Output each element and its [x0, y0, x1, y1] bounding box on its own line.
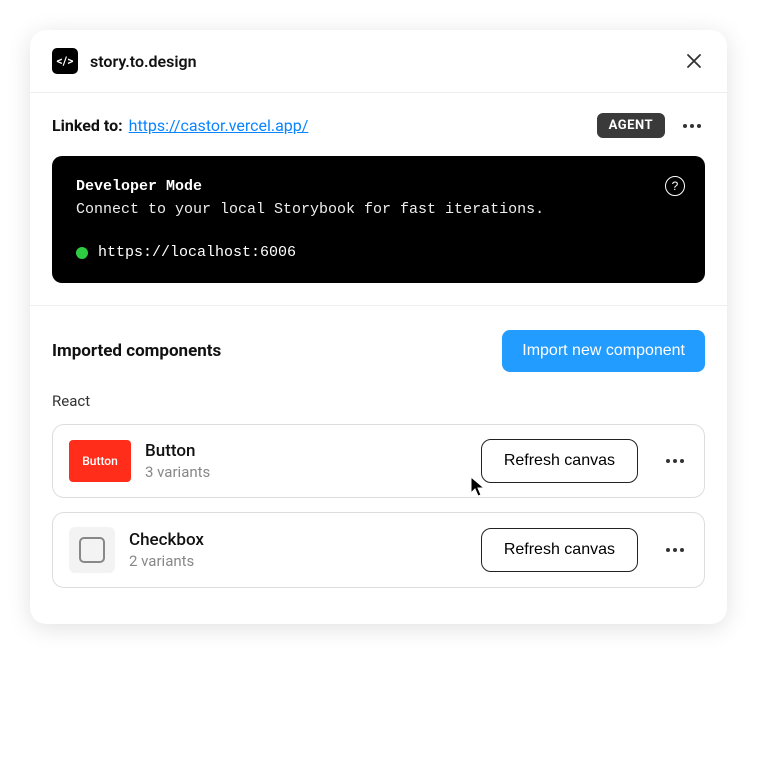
refresh-canvas-button[interactable]: Refresh canvas	[481, 439, 638, 483]
component-card-button: Button Button 3 variants Refresh canvas	[52, 424, 705, 498]
dev-mode-description: Connect to your local Storybook for fast…	[76, 201, 681, 218]
imported-header: Imported components Import new component	[30, 306, 727, 388]
import-new-component-button[interactable]: Import new component	[502, 330, 705, 372]
component-variants: 2 variants	[129, 552, 467, 570]
logo-icon: </>	[52, 48, 78, 74]
close-button[interactable]	[683, 50, 705, 72]
component-info: Checkbox 2 variants	[129, 530, 467, 570]
developer-mode-card: ? Developer Mode Connect to your local S…	[52, 156, 705, 283]
component-name: Checkbox	[129, 530, 467, 550]
dev-mode-title: Developer Mode	[76, 178, 681, 195]
status-online-icon	[76, 247, 88, 259]
linked-url[interactable]: https://castor.vercel.app/	[129, 116, 597, 135]
close-icon	[686, 53, 702, 69]
imported-section-title: Imported components	[52, 341, 502, 361]
help-icon[interactable]: ?	[665, 176, 685, 196]
checkbox-icon	[79, 537, 105, 563]
preview-label: Button	[82, 454, 118, 468]
component-more-button[interactable]	[662, 455, 688, 467]
agent-badge: AGENT	[597, 113, 665, 138]
component-preview-checkbox	[69, 527, 115, 573]
component-preview-button: Button	[69, 440, 131, 482]
logo-glyph: </>	[57, 54, 74, 68]
app-title: story.to.design	[90, 52, 683, 71]
component-card-checkbox: Checkbox 2 variants Refresh canvas	[52, 512, 705, 588]
panel-header: </> story.to.design	[30, 30, 727, 93]
dev-mode-status: https://localhost:6006	[76, 244, 681, 261]
more-options-button[interactable]	[679, 120, 705, 132]
component-variants: 3 variants	[145, 463, 467, 481]
component-info: Button 3 variants	[145, 441, 467, 481]
component-name: Button	[145, 441, 467, 461]
linked-row: Linked to: https://castor.vercel.app/ AG…	[30, 93, 727, 156]
dev-mode-url: https://localhost:6006	[98, 244, 296, 261]
plugin-panel: </> story.to.design Linked to: https://c…	[30, 30, 727, 624]
refresh-canvas-button[interactable]: Refresh canvas	[481, 528, 638, 572]
linked-label: Linked to:	[52, 116, 123, 135]
component-more-button[interactable]	[662, 544, 688, 556]
framework-label: React	[30, 388, 727, 424]
